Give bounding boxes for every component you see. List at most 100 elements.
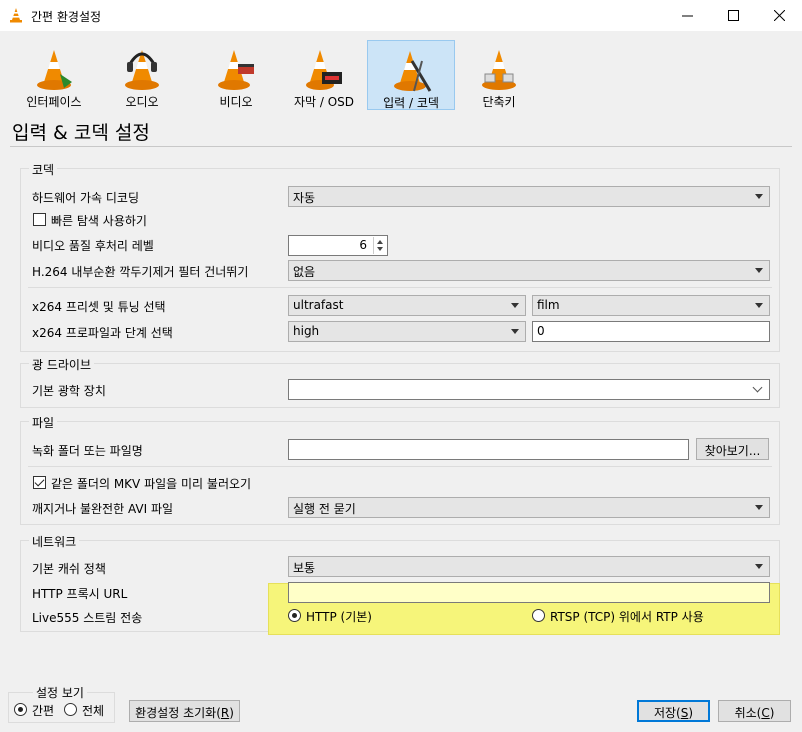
x264-level-input[interactable]: 0 (532, 321, 770, 342)
postproc-label: 비디오 품질 후처리 레벨 (32, 239, 154, 253)
reset-label: 환경설정 초기화( (135, 706, 221, 720)
input-codec-icon (394, 51, 432, 92)
category-label: 인터페이스 (26, 95, 82, 109)
reset-preferences-button[interactable]: 환경설정 초기화(R) (129, 700, 240, 722)
category-video[interactable]: 비디오 (192, 40, 280, 110)
x264-preset-select[interactable]: ultrafast (288, 295, 526, 316)
record-path-input[interactable] (288, 439, 689, 460)
show-settings-title: 설정 보기 (33, 684, 87, 701)
chevron-down-icon (511, 329, 519, 334)
browse-button[interactable]: 찾아보기... (696, 438, 769, 460)
x264-preset-value: ultrafast (293, 298, 344, 312)
live555-rtsp-radio[interactable] (532, 609, 545, 622)
chevron-down-icon (755, 505, 763, 510)
close-button[interactable] (756, 0, 802, 31)
divider (10, 146, 792, 147)
hw-decoding-select[interactable]: 자동 (288, 186, 770, 207)
window-title: 간편 환경설정 (31, 10, 102, 24)
audio-icon (125, 50, 159, 90)
chevron-down-icon (511, 303, 519, 308)
record-path-label: 녹화 폴더 또는 파일명 (32, 444, 143, 458)
show-all-label: 전체 (82, 704, 105, 718)
maximize-button[interactable] (710, 0, 756, 31)
x264-profile-value: high (293, 324, 320, 338)
category-toolbar: 인터페이스 오디오 비디오 자막 / OSD 입력 / 코덱 단축키 (10, 40, 516, 112)
live555-rtsp-label: RTSP (TCP) 위에서 RTP 사용 (550, 610, 704, 624)
chevron-down-icon (755, 303, 763, 308)
proxy-url-input[interactable] (288, 582, 770, 603)
h264-skip-label: H.264 내부순환 깍두기제거 필터 건너뛰기 (32, 265, 249, 279)
x264-preset-label: x264 프리셋 및 튜닝 선택 (32, 300, 166, 314)
postproc-spinbox[interactable]: 6 (288, 235, 388, 256)
category-input-codec[interactable]: 입력 / 코덱 (367, 40, 455, 110)
page-title: 입력 & 코덱 설정 (12, 122, 150, 144)
category-interface[interactable]: 인터페이스 (10, 40, 98, 110)
close-icon (773, 10, 785, 21)
mkv-preload-label: 같은 폴더의 MKV 파일을 미리 불러오기 (51, 477, 252, 491)
chevron-down-icon (752, 382, 763, 393)
category-label: 입력 / 코덱 (383, 96, 439, 110)
minimize-button[interactable] (664, 0, 710, 31)
h264-skip-value: 없음 (293, 265, 316, 279)
optical-device-select[interactable] (288, 379, 770, 400)
subtitle-icon (306, 50, 342, 90)
proxy-url-label: HTTP 프록시 URL (32, 587, 128, 601)
save-button[interactable]: 저장(S) (637, 700, 710, 722)
chevron-down-icon (755, 564, 763, 569)
x264-tune-select[interactable]: film (532, 295, 770, 316)
codec-group-title: 코덱 (29, 161, 58, 178)
chevron-down-icon (755, 268, 763, 273)
x264-tune-value: film (537, 298, 560, 312)
hotkeys-icon (482, 50, 516, 90)
mkv-preload-checkbox[interactable] (33, 476, 46, 489)
category-label: 오디오 (125, 95, 159, 109)
x264-level-value: 0 (537, 324, 545, 338)
fast-seek-checkbox[interactable] (33, 213, 46, 226)
divider (28, 287, 772, 288)
category-label: 단축키 (482, 95, 516, 109)
show-all-radio[interactable] (64, 703, 77, 716)
divider (28, 466, 772, 467)
hw-decoding-label: 하드웨어 가속 디코딩 (32, 191, 139, 205)
avi-select[interactable]: 실행 전 묻기 (288, 497, 770, 518)
category-subtitle[interactable]: 자막 / OSD (280, 40, 368, 110)
category-hotkeys[interactable]: 단축키 (455, 40, 543, 110)
cancel-button[interactable]: 취소(C) (718, 700, 791, 722)
maximize-icon (727, 10, 739, 21)
h264-skip-select[interactable]: 없음 (288, 260, 770, 281)
reset-hotkey: R (220, 706, 230, 720)
show-simple-label: 간편 (32, 704, 55, 718)
reset-paren: ) (229, 706, 234, 720)
cache-policy-select[interactable]: 보통 (288, 556, 770, 577)
live555-http-radio[interactable] (288, 609, 301, 622)
cache-policy-value: 보통 (293, 561, 316, 575)
show-simple-radio[interactable] (14, 703, 27, 716)
cancel-hotkey: C (761, 706, 770, 720)
x264-profile-label: x264 프로파일과 단계 선택 (32, 326, 173, 340)
live555-http-label: HTTP (기본) (306, 610, 372, 624)
network-group-title: 네트워크 (29, 533, 80, 550)
x264-profile-select[interactable]: high (288, 321, 526, 342)
vlc-app-icon (10, 8, 22, 23)
spin-arrows-icon[interactable] (373, 237, 386, 254)
avi-label: 깨지거나 불완전한 AVI 파일 (32, 502, 174, 516)
category-audio[interactable]: 오디오 (98, 40, 186, 110)
file-group-title: 파일 (29, 414, 58, 431)
cache-policy-label: 기본 캐쉬 정책 (32, 562, 106, 576)
cancel-label: 취소( (734, 706, 762, 720)
live555-label: Live555 스트림 전송 (32, 611, 143, 625)
cancel-paren: ) (769, 706, 775, 720)
video-icon (218, 50, 254, 90)
save-paren: ) (688, 706, 694, 720)
optical-device-label: 기본 광학 장치 (32, 384, 106, 398)
optical-group-title: 광 드라이브 (29, 356, 95, 373)
postproc-value: 6 (359, 238, 367, 252)
interface-icon (37, 50, 72, 90)
avi-value: 실행 전 묻기 (293, 502, 356, 516)
save-label: 저장( (653, 706, 681, 720)
minimize-icon (681, 15, 693, 17)
hw-decoding-value: 자동 (293, 191, 316, 205)
fast-seek-label: 빠른 탐색 사용하기 (51, 214, 147, 228)
chevron-down-icon (755, 194, 763, 199)
category-label: 자막 / OSD (293, 95, 355, 109)
